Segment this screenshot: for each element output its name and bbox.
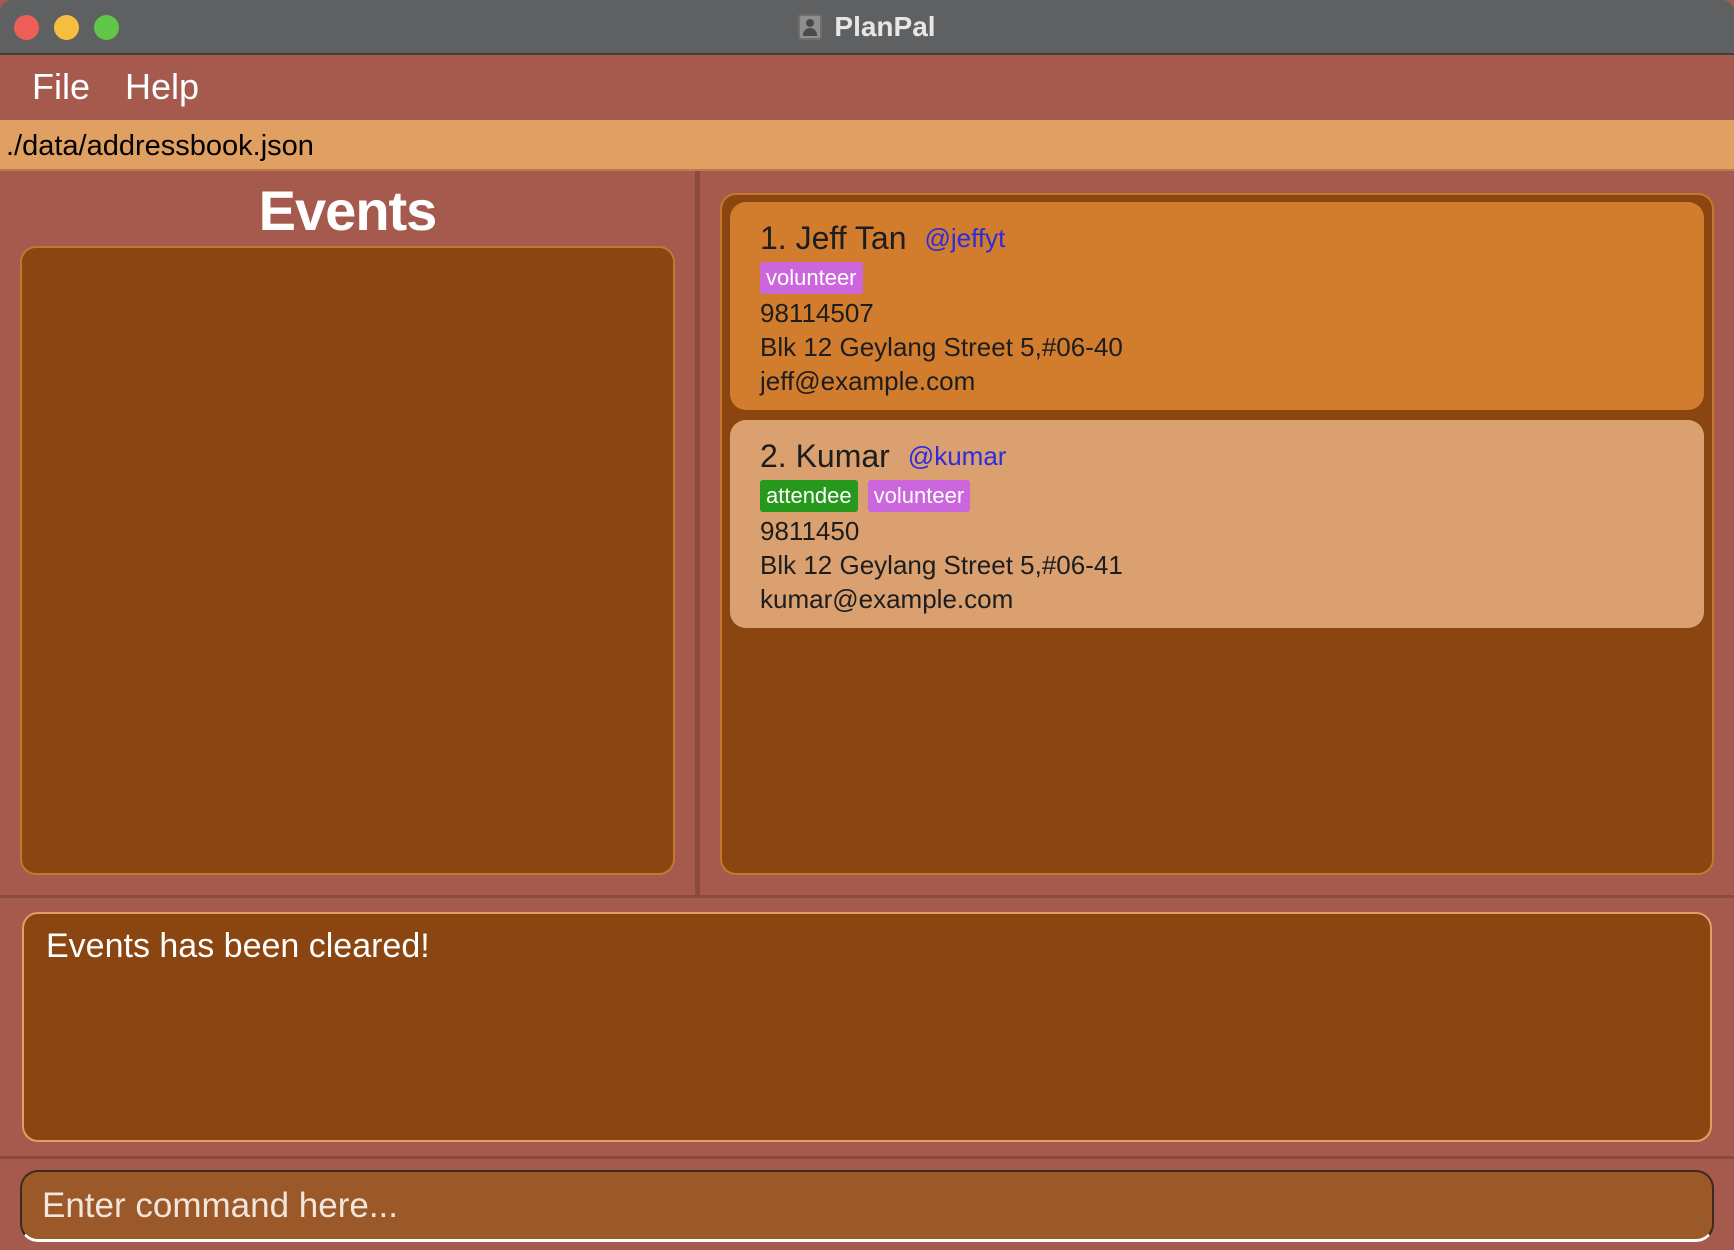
app-icon — [798, 14, 823, 40]
result-message: Events has been cleared! — [46, 927, 430, 965]
command-box[interactable] — [20, 1170, 1714, 1242]
events-list[interactable] — [20, 246, 675, 875]
person-email: jeff@example.com — [760, 366, 976, 396]
menu-help[interactable]: Help — [125, 67, 199, 107]
person-handle: @jeffyt — [924, 223, 1006, 253]
tag-attendee: attendee — [760, 480, 858, 512]
person-tags: volunteer — [760, 262, 1674, 294]
window-title: PlanPal — [0, 10, 1734, 44]
person-address: Blk 12 Geylang Street 5,#06-40 — [760, 332, 1123, 362]
person-name: 1. Jeff Tan — [760, 220, 907, 256]
person-address: Blk 12 Geylang Street 5,#06-41 — [760, 550, 1123, 580]
menu-bar: File Help — [0, 55, 1734, 120]
person-handle: @kumar — [907, 441, 1007, 471]
person-phone: 9811450 — [760, 516, 860, 546]
person-name: 2. Kumar — [760, 438, 890, 474]
title-bar: PlanPal — [0, 0, 1734, 55]
events-panel-title: Events — [258, 179, 438, 242]
menu-file[interactable]: File — [32, 67, 90, 107]
result-display[interactable]: Events has been cleared! — [22, 912, 1712, 1142]
window-title-text: PlanPal — [834, 11, 936, 42]
panel-divider-vertical[interactable] — [695, 171, 700, 896]
status-bar: ./data/addressbook.json — [0, 120, 1734, 171]
person-email: kumar@example.com — [760, 584, 1014, 614]
tag-volunteer: volunteer — [867, 480, 971, 512]
person-card[interactable]: 2. Kumar @kumar attendee volunteer 9811450… — [730, 420, 1704, 628]
panel-divider-horizontal[interactable] — [0, 895, 1734, 898]
person-phone: 98114507 — [760, 298, 874, 328]
tag-volunteer: volunteer — [760, 262, 863, 294]
command-input[interactable] — [22, 1172, 1712, 1239]
person-tags: attendee volunteer — [760, 480, 1674, 512]
person-card[interactable]: 1. Jeff Tan @jeffyt volunteer 98114507 Bl… — [730, 202, 1704, 410]
data-file-path: ./data/addressbook.json — [6, 130, 314, 162]
command-divider — [0, 1156, 1734, 1159]
